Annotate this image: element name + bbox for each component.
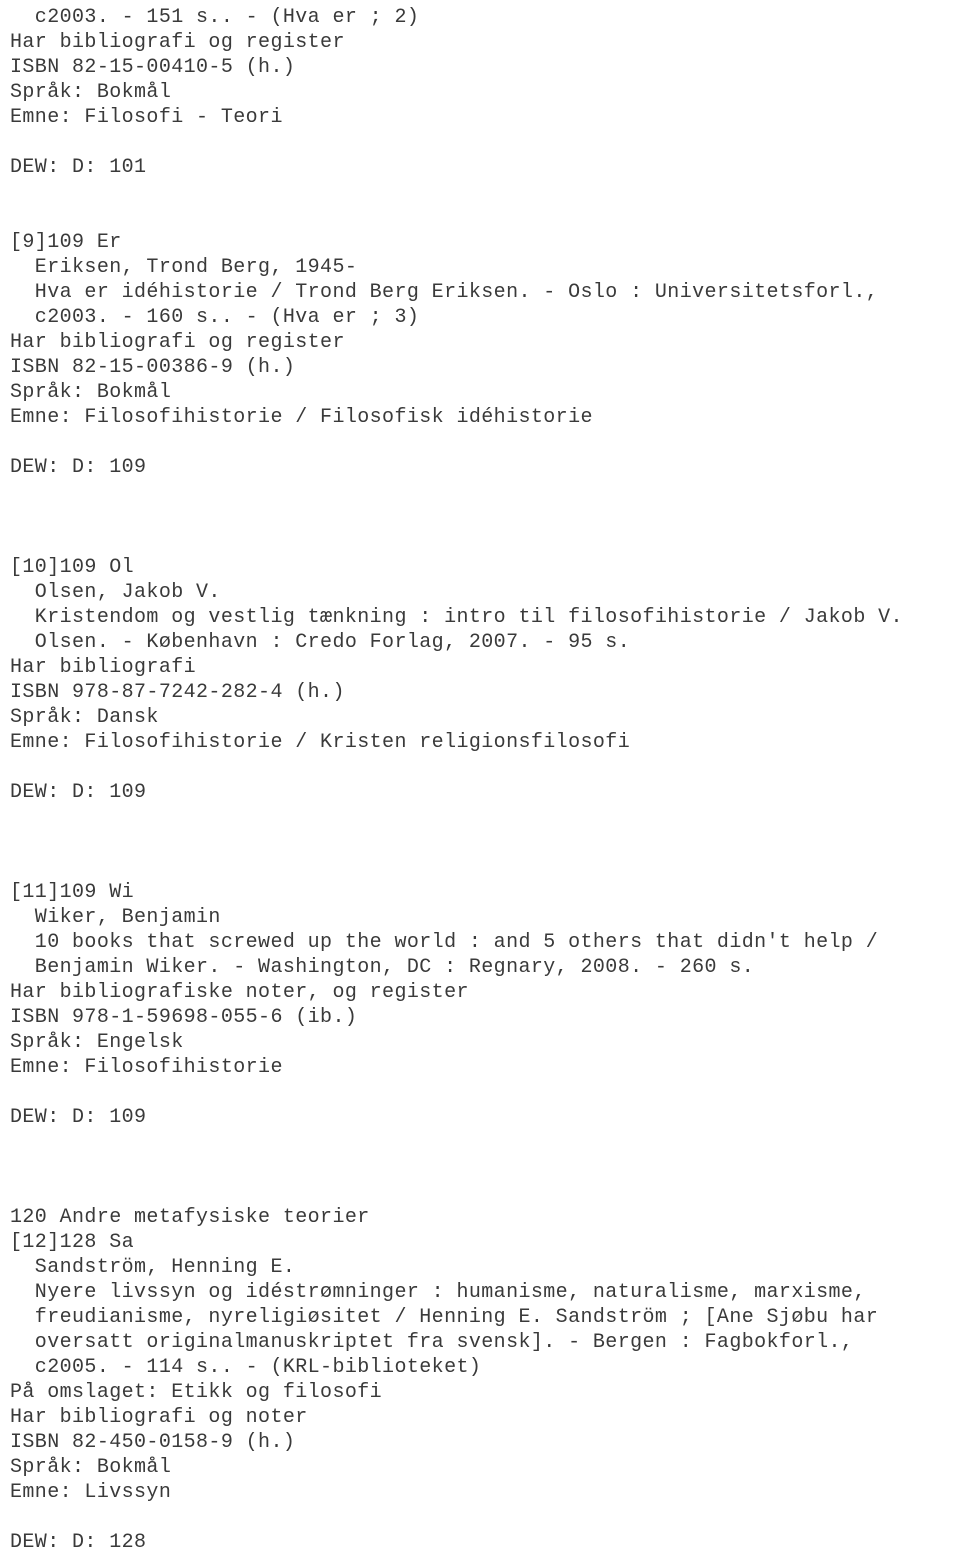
text-line-dewey: DEW: D: 101 [10,156,147,179]
text-line-note: Har bibliografiske noter, og register [10,981,469,1004]
text-line-record-detail: Olsen. - København : Credo Forlag, 2007.… [10,631,631,654]
text-line-isbn: ISBN 82-15-00386-9 (h.) [10,356,296,379]
text-line-language: Språk: Bokmål [10,81,172,104]
text-line-author: Eriksen, Trond Berg, 1945- [10,256,358,279]
text-line-isbn: ISBN 978-1-59698-055-6 (ib.) [10,1006,358,1029]
text-line-subject: Emne: Filosofihistorie [10,1056,283,1079]
text-line-record-detail: c2003. - 151 s.. - (Hva er ; 2) [10,6,420,29]
text-line-note: På omslaget: Etikk og filosofi [10,1381,383,1404]
text-line-record-detail: Benjamin Wiker. - Washington, DC : Regna… [10,956,755,979]
text-line-record-detail: c2003. - 160 s.. - (Hva er ; 3) [10,306,420,329]
text-line-title: 10 books that screwed up the world : and… [10,931,879,954]
text-line-note: Har bibliografi og noter [10,1406,308,1429]
text-line-record-detail: c2005. - 114 s.. - (KRL-biblioteket) [10,1356,482,1379]
text-line-language: Språk: Dansk [10,706,159,729]
text-line-title: oversatt originalmanuskriptet fra svensk… [10,1331,854,1354]
text-line-dewey: DEW: D: 128 [10,1531,147,1554]
text-line-author: Wiker, Benjamin [10,906,221,929]
text-line-language: Språk: Bokmål [10,381,172,404]
text-line-language: Språk: Bokmål [10,1456,172,1479]
text-line-dewey: DEW: D: 109 [10,781,147,804]
text-line-subject: Emne: Filosofihistorie / Filosofisk idéh… [10,406,593,429]
text-line-note: Har bibliografi og register [10,331,345,354]
record-lines-container: c2003. - 151 s.. - (Hva er ; 2) Har bibli… [10,5,960,1555]
text-line-author: Olsen, Jakob V. [10,581,221,604]
text-line-record-header: [11]109 Wi [10,881,135,904]
text-line-subject: Emne: Filosofihistorie / Kristen religio… [10,731,631,754]
text-line-class-heading: 120 Andre metafysiske teorier [10,1206,370,1229]
text-line-title: freudianisme, nyreligiøsitet / Henning E… [10,1306,879,1329]
text-line-isbn: ISBN 82-15-00410-5 (h.) [10,56,296,79]
text-line-title: Kristendom og vestlig tænkning : intro t… [10,606,903,629]
text-line-subject: Emne: Livssyn [10,1481,172,1504]
text-line-subject: Emne: Filosofi - Teori [10,106,283,129]
text-line-record-header: [9]109 Er [10,231,122,254]
text-line-title: Nyere livssyn og idéstrømninger : humani… [10,1281,866,1304]
text-line-author: Sandström, Henning E. [10,1256,296,1279]
text-line-isbn: ISBN 978-87-7242-282-4 (h.) [10,681,345,704]
text-line-record-header: [12]128 Sa [10,1231,135,1254]
text-line-note: Har bibliografi og register [10,31,345,54]
text-line-dewey: DEW: D: 109 [10,1106,147,1129]
text-line-isbn: ISBN 82-450-0158-9 (h.) [10,1431,296,1454]
text-line-note: Har bibliografi [10,656,197,679]
text-line-record-header: [10]109 Ol [10,556,135,579]
text-line-dewey: DEW: D: 109 [10,456,147,479]
bibliography-page: c2003. - 151 s.. - (Hva er ; 2) Har bibli… [0,0,960,1555]
text-line-title: Hva er idéhistorie / Trond Berg Eriksen.… [10,281,879,304]
text-line-language: Språk: Engelsk [10,1031,184,1054]
